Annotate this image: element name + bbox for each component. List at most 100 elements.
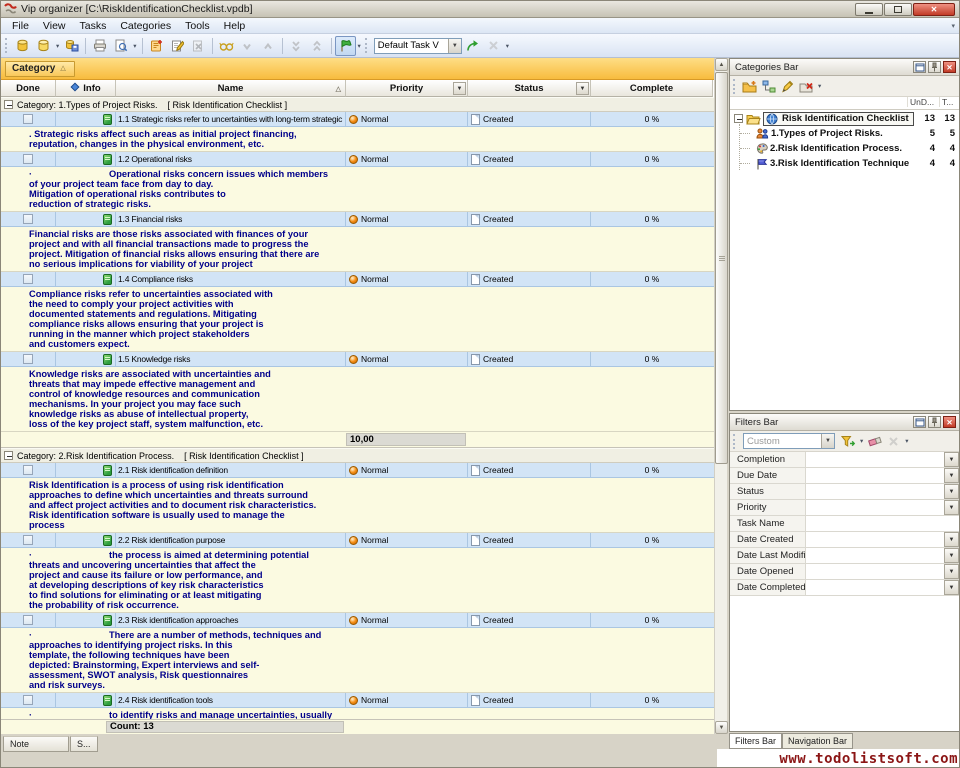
- category-tree-item[interactable]: 3.Risk Identification Technique44: [730, 156, 959, 171]
- filter-value-date-created[interactable]: ▼: [806, 532, 959, 547]
- task-row[interactable]: 2.3 Risk identification approachesNormal…: [1, 613, 714, 628]
- column-header-priority[interactable]: Priority▼: [346, 80, 468, 97]
- done-checkbox[interactable]: [23, 274, 33, 284]
- print-preview-dropdown-icon[interactable]: ▾: [131, 42, 138, 50]
- combo-dropdown-icon[interactable]: ▼: [448, 39, 461, 53]
- new-task-button[interactable]: [146, 36, 167, 56]
- filter-dropdown-icon[interactable]: ▼: [944, 452, 959, 467]
- categories-toolbar-grip[interactable]: [733, 79, 736, 94]
- filter-dropdown-icon[interactable]: ▼: [944, 532, 959, 547]
- show-notes-toggle-button[interactable]: [335, 36, 356, 56]
- edit-task-button[interactable]: [167, 36, 188, 56]
- task-row[interactable]: 1.3 Financial risksNormalCreated0 %: [1, 212, 714, 227]
- menu-categories[interactable]: Categories: [113, 19, 178, 33]
- filter-value-date-last-modified[interactable]: ▼: [806, 548, 959, 563]
- group-chip-category[interactable]: Category △: [5, 61, 75, 77]
- menu-file[interactable]: File: [5, 19, 36, 33]
- filter-dropdown-icon[interactable]: ▼: [944, 468, 959, 483]
- minimize-button[interactable]: [855, 3, 883, 16]
- apply-task-view-button[interactable]: [462, 36, 483, 56]
- task-view-combo[interactable]: Default Task V ▼: [374, 38, 462, 54]
- title-bar[interactable]: Vip organizer [C:\RiskIdentificationChec…: [1, 1, 959, 18]
- filter-value-completion[interactable]: ▼: [806, 452, 959, 467]
- task-row[interactable]: 2.4 Risk identification toolsNormalCreat…: [1, 693, 714, 708]
- collapse-icon[interactable]: [4, 100, 13, 109]
- grid-vertical-scrollbar[interactable]: ▲ ▼: [714, 58, 727, 734]
- menu-tasks[interactable]: Tasks: [73, 19, 114, 33]
- tab-note[interactable]: Note: [3, 736, 69, 752]
- delete-category-button[interactable]: [797, 77, 816, 95]
- done-checkbox[interactable]: [23, 615, 33, 625]
- tab-shortcut[interactable]: S...: [70, 736, 98, 752]
- task-row[interactable]: 1.4 Compliance risksNormalCreated0 %: [1, 272, 714, 287]
- task-row[interactable]: 1.1 Strategic risks refer to uncertainti…: [1, 112, 714, 127]
- category-row[interactable]: Category: 2.Risk Identification Process.…: [1, 448, 714, 463]
- filters-toolbar-grip[interactable]: [733, 434, 736, 449]
- column-header-status[interactable]: Status▼: [468, 80, 591, 97]
- done-checkbox[interactable]: [23, 535, 33, 545]
- filters-bar-float-icon[interactable]: [913, 416, 926, 428]
- column-header-name[interactable]: Name△: [116, 80, 346, 97]
- apply-filter-button[interactable]: [839, 432, 858, 450]
- filter-value-date-completed[interactable]: ▼: [806, 580, 959, 595]
- category-tree-item[interactable]: 1.Types of Project Risks.55: [730, 126, 959, 141]
- task-view-overflow-icon[interactable]: ▾: [504, 42, 511, 50]
- filter-value-status[interactable]: ▼: [806, 484, 959, 499]
- new-database-button[interactable]: [12, 36, 33, 56]
- remove-filter-button[interactable]: [884, 432, 903, 450]
- filter-preset-dropdown-icon[interactable]: ▼: [821, 434, 834, 448]
- edit-category-button[interactable]: [778, 77, 797, 95]
- category-tree-item[interactable]: 2.Risk Identification Process.44: [730, 141, 959, 156]
- filter-value-date-opened[interactable]: ▼: [806, 564, 959, 579]
- filter-preset-combo[interactable]: Custom ▼: [743, 433, 835, 449]
- collapse-icon[interactable]: [4, 451, 13, 460]
- task-row[interactable]: 1.5 Knowledge risksNormalCreated0 %: [1, 352, 714, 367]
- menu-tools[interactable]: Tools: [178, 19, 217, 33]
- done-checkbox[interactable]: [23, 465, 33, 475]
- task-row[interactable]: 1.2 Operational risksNormalCreated0 %: [1, 152, 714, 167]
- categories-bar-pin-icon[interactable]: [928, 61, 941, 73]
- clear-filter-button[interactable]: [865, 432, 884, 450]
- tab-navigation-bar[interactable]: Navigation Bar: [782, 733, 853, 749]
- categories-bar-header[interactable]: Categories Bar ✕: [730, 59, 959, 76]
- close-button[interactable]: ✕: [913, 3, 955, 16]
- done-checkbox[interactable]: [23, 114, 33, 124]
- print-preview-button[interactable]: [110, 36, 131, 56]
- task-row[interactable]: 2.1 Risk identification definitionNormal…: [1, 463, 714, 478]
- toolbar-grip[interactable]: [5, 38, 8, 53]
- toolbar-grip2[interactable]: [365, 38, 368, 53]
- column-header-done[interactable]: Done: [1, 80, 56, 97]
- column-header-complete[interactable]: Complete: [591, 80, 713, 97]
- menu-help[interactable]: Help: [217, 19, 253, 33]
- open-database-button[interactable]: [33, 36, 54, 56]
- categories-bar-float-icon[interactable]: [913, 61, 926, 73]
- print-button[interactable]: [89, 36, 110, 56]
- done-checkbox[interactable]: [23, 695, 33, 705]
- tab-filters-bar[interactable]: Filters Bar: [729, 733, 782, 749]
- remove-task-view-button[interactable]: [483, 36, 504, 56]
- new-subcategory-button[interactable]: [759, 77, 778, 95]
- filter-dropdown-icon[interactable]: ▼: [944, 548, 959, 563]
- delete-task-button[interactable]: [188, 36, 209, 56]
- filters-bar-close-icon[interactable]: ✕: [943, 416, 956, 428]
- apply-filter-dropdown-icon[interactable]: ▾: [858, 437, 865, 445]
- menu-view[interactable]: View: [36, 19, 73, 33]
- category-row[interactable]: Category: 1.Types of Project Risks. [ Ri…: [1, 97, 714, 112]
- open-database-dropdown-icon[interactable]: ▾: [54, 42, 61, 50]
- categories-bar-close-icon[interactable]: ✕: [943, 61, 956, 73]
- save-database-button[interactable]: [61, 36, 82, 56]
- filter-dropdown-icon[interactable]: ▼: [944, 580, 959, 595]
- new-category-button[interactable]: [740, 77, 759, 95]
- filter-dropdown-icon[interactable]: ▼: [944, 564, 959, 579]
- move-to-top-button[interactable]: [307, 36, 328, 56]
- done-checkbox[interactable]: [23, 214, 33, 224]
- category-tree-item[interactable]: Risk Identification Checklist1313: [730, 111, 959, 126]
- filter-value-priority[interactable]: ▼: [806, 500, 959, 515]
- filter-dropdown-icon[interactable]: ▼: [944, 500, 959, 515]
- move-down-button[interactable]: [237, 36, 258, 56]
- group-by-bar[interactable]: Category △: [1, 58, 714, 80]
- filter-value-due-date[interactable]: ▼: [806, 468, 959, 483]
- maximize-button[interactable]: [884, 3, 912, 16]
- done-checkbox[interactable]: [23, 354, 33, 364]
- show-notes-toggle-dropdown-icon[interactable]: ▾: [356, 42, 363, 50]
